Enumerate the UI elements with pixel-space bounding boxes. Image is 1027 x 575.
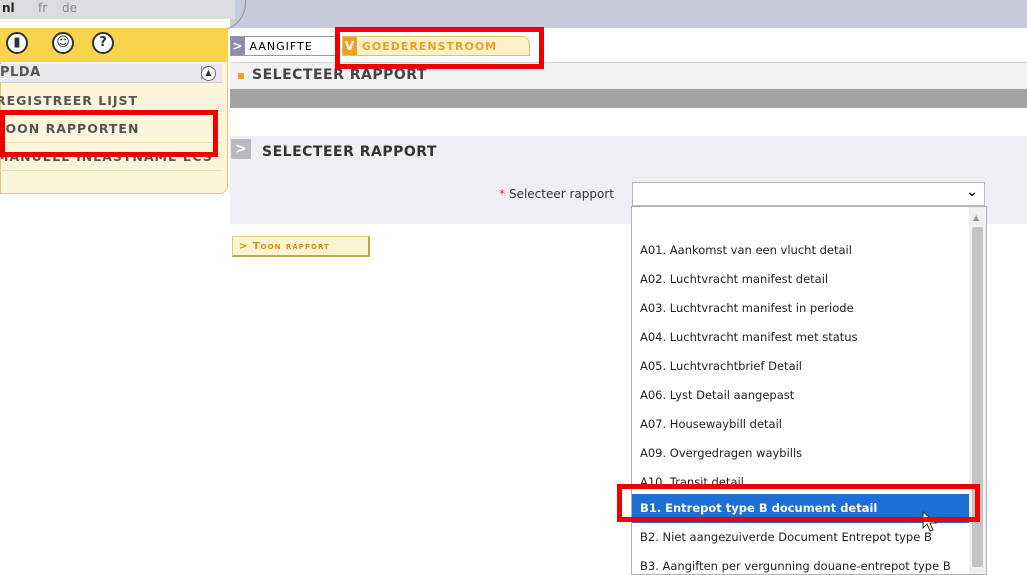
panel-title: PLDA: [0, 65, 41, 80]
select-label-text: Selecteer rapport: [508, 187, 614, 201]
help-icon[interactable]: ?: [92, 32, 114, 54]
scroll-up-icon[interactable]: ▲: [973, 213, 979, 222]
select-label: * Selecteer rapport: [430, 187, 614, 201]
user-icon[interactable]: ☺: [52, 32, 74, 54]
toon-rapport-button[interactable]: > Toon rapport: [232, 236, 370, 257]
tab-label: AANGIFTE: [249, 40, 313, 53]
dropdown-option[interactable]: A04. Luchtvracht manifest met status: [632, 323, 969, 352]
page-title: SELECTEER RAPPORT: [252, 67, 427, 83]
icon-toolbar: ▮ ☺ ?: [0, 28, 228, 62]
dropdown-option[interactable]: A02. Luchtvracht manifest detail: [632, 265, 969, 294]
dropdown-option[interactable]: A03. Luchtvracht manifest in periode: [632, 294, 969, 323]
annotation-box-tab: [335, 27, 544, 69]
dropdown-option[interactable]: B2. Niet aangezuiverde Document Entrepot…: [632, 523, 969, 552]
panel-header: PLDA ▲: [0, 64, 222, 83]
dropdown-option[interactable]: [632, 207, 969, 236]
section-arrow-icon: >: [231, 139, 251, 159]
door-icon[interactable]: ▮: [6, 32, 28, 54]
chevron-down-icon: ⌄: [966, 184, 978, 200]
sidebar-item-label: REGISTREER LIJST: [0, 93, 139, 108]
dropdown-option[interactable]: A06. Lyst Detail aangepast: [632, 381, 969, 410]
dropdown-option[interactable]: A07. Housewaybill detail: [632, 410, 969, 439]
section-title: SELECTEER RAPPORT: [262, 144, 437, 160]
annotation-box-option: [617, 484, 980, 522]
tab-aangifte[interactable]: > AANGIFTE: [230, 36, 336, 56]
top-banner: [230, 0, 1027, 28]
bullet-icon: [238, 73, 244, 79]
rapport-select[interactable]: ⌄: [632, 182, 985, 206]
required-marker: *: [499, 187, 506, 201]
divider-bar: [230, 89, 1027, 108]
annotation-box-sidebar: [0, 110, 218, 157]
top-curve-divider: [0, 0, 246, 31]
dropdown-option[interactable]: B3. Aangiften per vergunning douane-entr…: [632, 552, 969, 574]
dropdown-option[interactable]: A09. Overgedragen waybills: [632, 439, 969, 468]
dropdown-option[interactable]: A05. Luchtvrachtbrief Detail: [632, 352, 969, 381]
dropdown-option[interactable]: A01. Aankomst van een vlucht detail: [632, 236, 969, 265]
collapse-icon[interactable]: ▲: [201, 66, 216, 81]
tab-arrow-icon: >: [231, 37, 245, 55]
